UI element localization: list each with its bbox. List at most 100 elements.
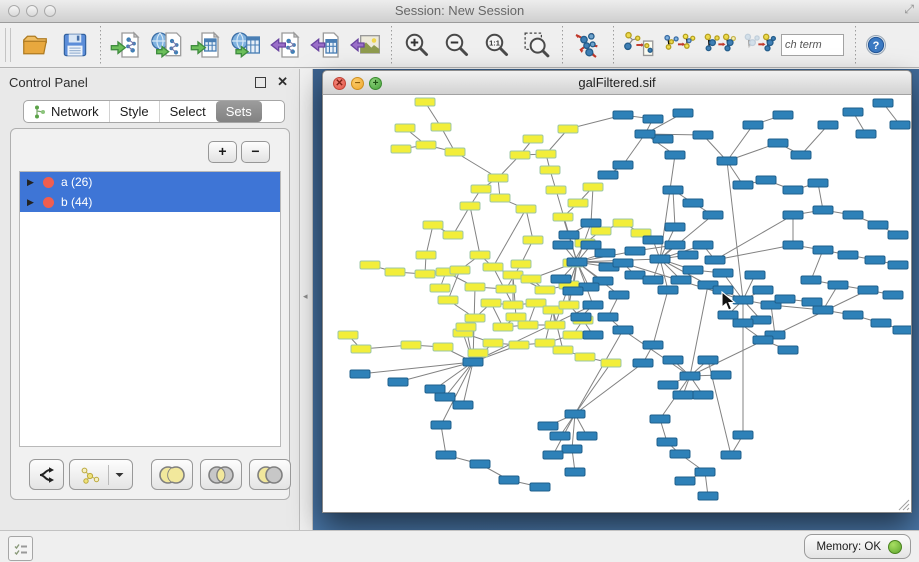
graph-node-blue[interactable] bbox=[733, 319, 753, 327]
graph-node-blue[interactable] bbox=[658, 381, 678, 389]
graph-node-blue[interactable] bbox=[350, 370, 370, 378]
select-first-neighbors-button[interactable] bbox=[699, 26, 739, 64]
graph-node-blue[interactable] bbox=[499, 476, 519, 484]
graph-node-blue[interactable] bbox=[693, 241, 713, 249]
graph-node-blue[interactable] bbox=[808, 179, 828, 187]
graph-node-blue[interactable] bbox=[653, 135, 673, 143]
graph-node-blue[interactable] bbox=[778, 346, 798, 354]
graph-node-blue[interactable] bbox=[643, 236, 663, 244]
hide-unselected-button[interactable] bbox=[739, 26, 779, 64]
graph-node-blue[interactable] bbox=[713, 269, 733, 277]
graph-node-blue[interactable] bbox=[635, 130, 655, 138]
graph-node-blue[interactable] bbox=[828, 281, 848, 289]
graph-node-yellow[interactable] bbox=[506, 313, 526, 321]
graph-node-yellow[interactable] bbox=[481, 299, 501, 307]
graph-node-yellow[interactable] bbox=[540, 166, 560, 174]
tab-style[interactable]: Style bbox=[109, 101, 159, 122]
graph-node-yellow[interactable] bbox=[460, 202, 480, 210]
graph-node-blue[interactable] bbox=[768, 139, 788, 147]
graph-node-blue[interactable] bbox=[753, 286, 773, 294]
graph-node-yellow[interactable] bbox=[450, 266, 470, 274]
graph-node-yellow[interactable] bbox=[545, 321, 565, 329]
graph-node-yellow[interactable] bbox=[553, 213, 573, 221]
graph-node-blue[interactable] bbox=[598, 171, 618, 179]
import-table-file-button[interactable] bbox=[186, 26, 226, 64]
graph-edge[interactable] bbox=[727, 125, 753, 161]
graph-node-blue[interactable] bbox=[657, 438, 677, 446]
task-history-button[interactable] bbox=[8, 536, 33, 561]
set-row[interactable]: ▶a (26) bbox=[20, 172, 280, 192]
remove-set-button[interactable]: − bbox=[241, 141, 270, 163]
graph-node-blue[interactable] bbox=[565, 468, 585, 476]
app-titlebar[interactable]: Session: New Session ⤢ bbox=[0, 0, 919, 23]
graph-node-blue[interactable] bbox=[665, 223, 685, 231]
help-button[interactable]: ? bbox=[861, 26, 891, 64]
graph-node-blue[interactable] bbox=[888, 231, 908, 239]
graph-node-blue[interactable] bbox=[856, 130, 876, 138]
graph-node-yellow[interactable] bbox=[468, 349, 488, 357]
graph-node-blue[interactable] bbox=[678, 251, 698, 259]
network-merge-button[interactable] bbox=[659, 26, 699, 64]
graph-node-yellow[interactable] bbox=[503, 301, 523, 309]
graph-node-blue[interactable] bbox=[470, 460, 490, 468]
graph-node-blue[interactable] bbox=[581, 241, 601, 249]
add-set-button[interactable]: + bbox=[208, 141, 237, 163]
graph-node-blue[interactable] bbox=[717, 157, 737, 165]
new-network-from-selection-button[interactable] bbox=[619, 26, 659, 64]
tab-sets[interactable]: Sets bbox=[216, 101, 262, 122]
graph-node-blue[interactable] bbox=[581, 219, 601, 227]
graph-node-blue[interactable] bbox=[650, 415, 670, 423]
graph-node-blue[interactable] bbox=[698, 492, 718, 500]
graph-node-blue[interactable] bbox=[843, 311, 863, 319]
graph-node-blue[interactable] bbox=[773, 111, 793, 119]
graph-node-yellow[interactable] bbox=[553, 346, 573, 354]
graph-node-blue[interactable] bbox=[435, 393, 455, 401]
graph-node-yellow[interactable] bbox=[523, 236, 543, 244]
graph-edge[interactable] bbox=[470, 206, 480, 255]
graph-node-yellow[interactable] bbox=[416, 141, 436, 149]
graph-node-blue[interactable] bbox=[775, 295, 795, 303]
graph-node-blue[interactable] bbox=[425, 385, 445, 393]
graph-node-blue[interactable] bbox=[683, 266, 703, 274]
graph-node-yellow[interactable] bbox=[433, 343, 453, 351]
import-network-file-button[interactable] bbox=[106, 26, 146, 64]
graph-node-blue[interactable] bbox=[813, 306, 833, 314]
graph-node-yellow[interactable] bbox=[471, 185, 491, 193]
graph-node-blue[interactable] bbox=[693, 131, 713, 139]
graph-node-blue[interactable] bbox=[753, 336, 773, 344]
graph-node-blue[interactable] bbox=[388, 378, 408, 386]
graph-node-blue[interactable] bbox=[665, 241, 685, 249]
graph-node-yellow[interactable] bbox=[503, 271, 523, 279]
export-table-button[interactable] bbox=[306, 26, 346, 64]
graph-node-yellow[interactable] bbox=[526, 299, 546, 307]
graph-node-yellow[interactable] bbox=[488, 174, 508, 182]
graph-node-blue[interactable] bbox=[743, 121, 763, 129]
graph-node-blue[interactable] bbox=[567, 258, 587, 266]
graph-node-blue[interactable] bbox=[551, 275, 571, 283]
graph-node-blue[interactable] bbox=[609, 291, 629, 299]
graph-edge[interactable] bbox=[715, 215, 793, 260]
graph-node-blue[interactable] bbox=[718, 311, 738, 319]
graph-node-blue[interactable] bbox=[838, 251, 858, 259]
graph-node-blue[interactable] bbox=[893, 326, 911, 334]
graph-node-blue[interactable] bbox=[675, 477, 695, 485]
graph-node-yellow[interactable] bbox=[496, 285, 516, 293]
graph-node-yellow[interactable] bbox=[465, 283, 485, 291]
graph-edge[interactable] bbox=[526, 209, 533, 240]
tab-network[interactable]: Network bbox=[24, 101, 109, 122]
graph-node-blue[interactable] bbox=[865, 256, 885, 264]
split-set-button[interactable] bbox=[29, 459, 64, 490]
graph-node-blue[interactable] bbox=[613, 111, 633, 119]
graph-node-yellow[interactable] bbox=[509, 341, 529, 349]
graph-node-blue[interactable] bbox=[843, 108, 863, 116]
create-set-from-network-button[interactable] bbox=[69, 459, 133, 490]
graph-node-yellow[interactable] bbox=[483, 263, 503, 271]
graph-node-yellow[interactable] bbox=[546, 186, 566, 194]
set-row[interactable]: ▶b (44) bbox=[20, 192, 280, 212]
graph-node-yellow[interactable] bbox=[535, 286, 555, 294]
graph-node-blue[interactable] bbox=[711, 371, 731, 379]
graph-node-yellow[interactable] bbox=[445, 148, 465, 156]
graph-node-yellow[interactable] bbox=[430, 284, 450, 292]
import-table-web-button[interactable] bbox=[226, 26, 266, 64]
export-network-button[interactable] bbox=[266, 26, 306, 64]
